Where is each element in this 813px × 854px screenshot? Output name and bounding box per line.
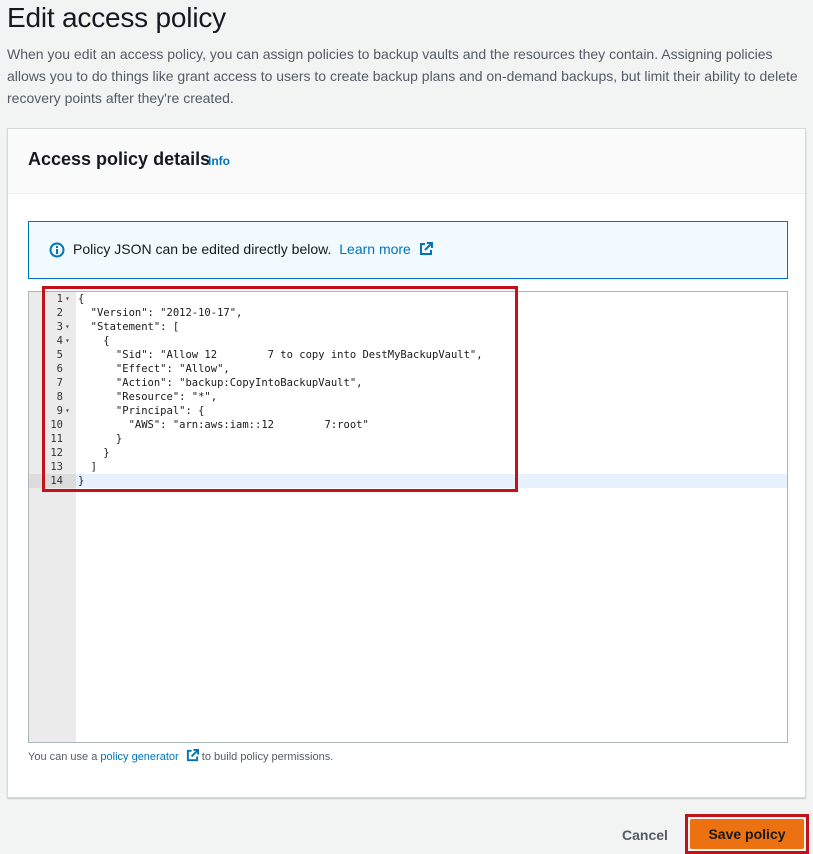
code-text: "Action": "backup:CopyIntoBackupVault", [78,377,363,389]
helper-suffix: to build policy permissions. [201,751,334,763]
line-number: 7 [56,377,63,389]
line-number: 13 [50,461,63,473]
code-text: "Statement": [ [78,321,180,333]
learn-more-label: Learn more [339,241,411,257]
code-line[interactable]: 14} [29,474,787,488]
fold-toggle-icon[interactable]: ▾ [65,334,70,348]
code-text: { [78,335,110,347]
code-text: "Resource": "*", [78,391,218,403]
external-link-icon [419,242,433,255]
learn-more-link[interactable]: Learn more [339,241,433,257]
code-line[interactable]: 7 "Action": "backup:CopyIntoBackupVault"… [29,376,787,390]
code-line[interactable]: 10 "AWS": "arn:aws:iam::12 7:root" [29,418,787,432]
line-number: 5 [56,349,63,361]
policy-generator-link[interactable]: policy generator [100,749,201,763]
code-line[interactable]: 13 ] [29,460,787,474]
code-line[interactable]: 6 "Effect": "Allow", [29,362,787,376]
line-number: 9 [56,405,63,417]
line-number: 1 [56,293,63,305]
policy-json-editor[interactable]: 1 ▾{2 "Version": "2012-10-17", 3 ▾ "Stateme… [28,291,788,743]
line-number: 10 [50,419,63,431]
code-line[interactable]: 12 } [29,446,787,460]
code-line[interactable]: 5 "Sid": "Allow 12 7 to copy into DestMy… [29,348,787,362]
helper-text: You can use a policy generator to build … [28,749,333,763]
info-link[interactable]: Info [208,154,230,168]
page-description: When you edit an access policy, you can … [7,46,798,106]
policy-generator-label: policy generator [100,751,179,763]
code-text: } [78,447,110,459]
code-text: "Principal": { [78,405,205,417]
alert-message: Policy JSON can be edited directly below… [73,241,433,257]
line-number: 8 [56,391,63,403]
code-line[interactable]: 9 ▾ "Principal": { [29,404,787,418]
code-line[interactable]: 3 ▾ "Statement": [ [29,320,787,334]
fold-toggle-icon[interactable]: ▾ [65,292,70,306]
code-line[interactable]: 1 ▾ { [29,292,787,306]
code-text: { [78,293,85,305]
code-text: "Sid": "Allow 12 7 to copy into DestMyBa… [78,349,483,361]
code-text: "Effect": "Allow", [78,363,230,375]
code-text: } [78,475,85,487]
alert-text: Policy JSON can be edited directly below… [73,241,332,257]
save-button-highlight: Save policy [685,814,809,854]
code-text: "Version": "2012-10-17", [78,307,243,319]
line-number: 14 [50,475,63,487]
line-number: 2 [56,307,63,319]
access-policy-panel: Access policy details Info Policy JSON c… [7,128,806,798]
save-policy-button[interactable]: Save policy [690,819,804,849]
code-line[interactable]: 11 } [29,432,787,446]
info-icon [49,242,65,258]
code-text: "AWS": "arn:aws:iam::12 7:root" [78,419,369,431]
info-alert: Policy JSON can be edited directly below… [28,221,788,279]
line-number: 11 [50,433,63,445]
page-title: Edit access policy [7,2,226,33]
helper-prefix: You can use a [28,751,98,763]
cancel-button[interactable]: Cancel [610,822,680,846]
fold-toggle-icon[interactable]: ▾ [65,404,70,418]
code-line[interactable]: 8 "Resource": "*", [29,390,787,404]
panel-title: Access policy details [28,149,211,169]
external-link-icon [186,749,199,762]
line-number: 6 [56,363,63,375]
code-text: ] [78,461,97,473]
line-number: 4 [56,335,63,347]
line-number: 3 [56,321,63,333]
code-text: } [78,433,123,445]
code-line[interactable]: 4 ▾ { [29,334,787,348]
fold-toggle-icon[interactable]: ▾ [65,320,70,334]
panel-header: Access policy details Info [8,129,805,194]
line-number: 12 [50,447,63,459]
code-line[interactable]: 2 "Version": "2012-10-17", [29,306,787,320]
